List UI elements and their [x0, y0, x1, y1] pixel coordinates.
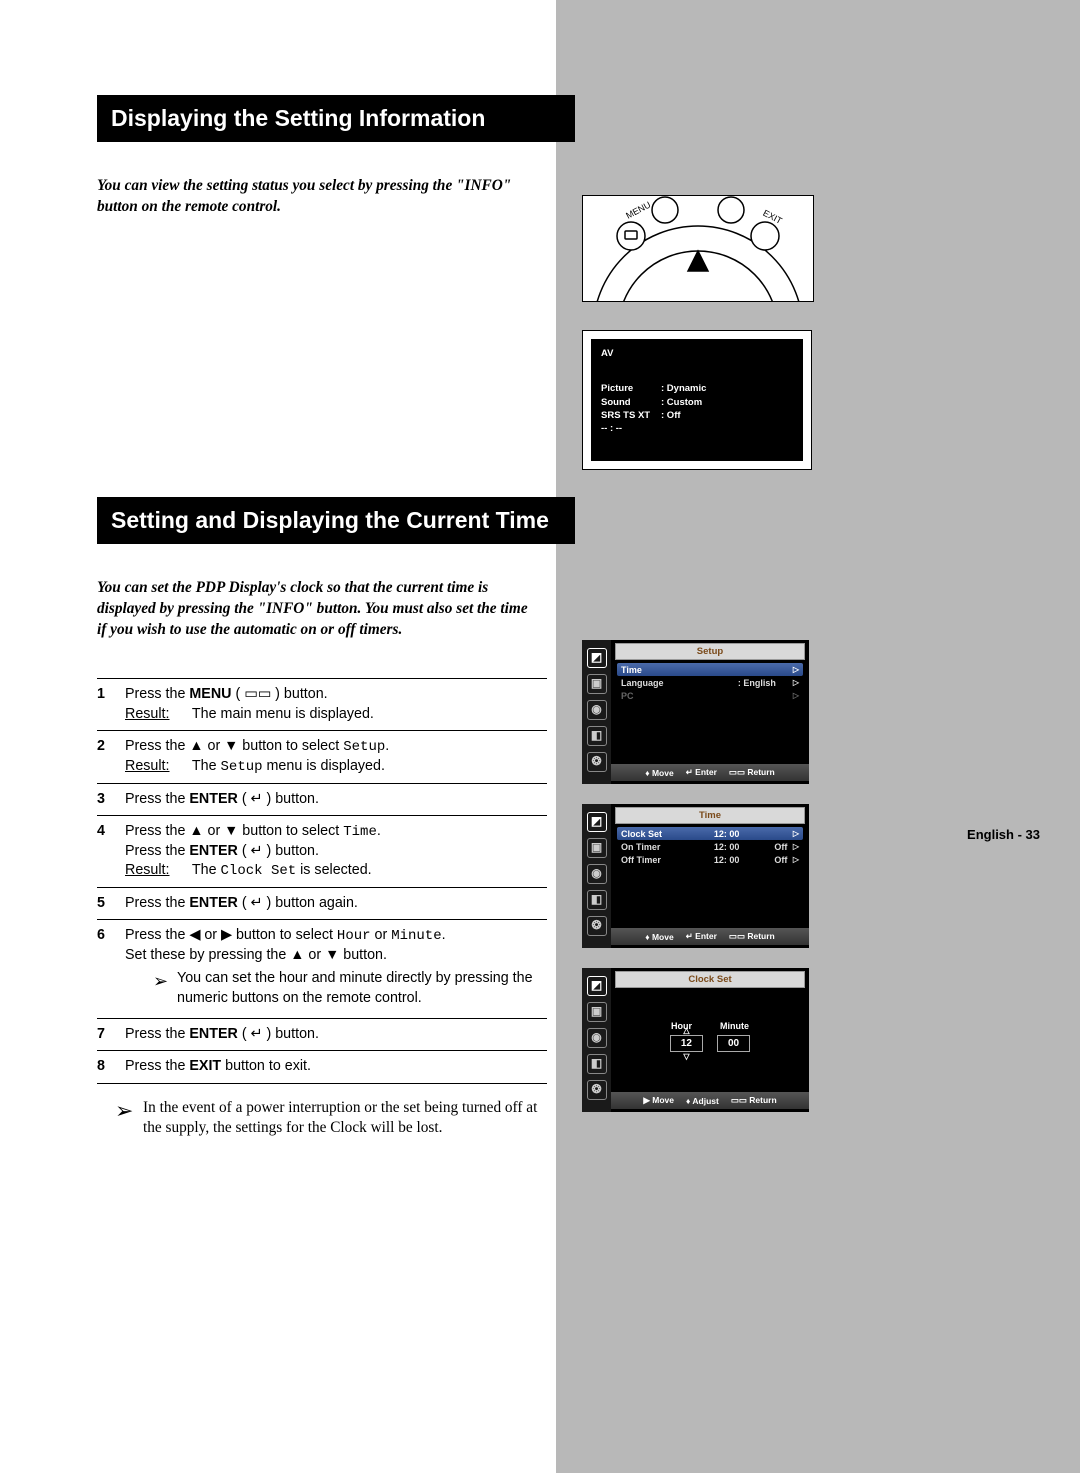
note-arrow-icon: ➢ — [115, 1098, 143, 1138]
step-6-note: You can set the hour and minute directly… — [177, 969, 547, 1008]
osd-icon: ◧ — [587, 1054, 607, 1074]
note-arrow-icon: ➢ — [153, 969, 177, 1008]
step-2: 2 Press the ▲ or ▼ button to select Setu… — [97, 737, 547, 777]
osd-icon: ◧ — [587, 726, 607, 746]
osd-icon: ❂ — [587, 916, 607, 936]
remote-diagram: MENU TIMER INFO EXIT — [582, 195, 814, 302]
osd-time-title: Time — [615, 807, 805, 824]
info-panel: AV Picture: Dynamic Sound: Custom SRS TS… — [582, 330, 812, 470]
section-title-1: Displaying the Setting Information — [97, 95, 575, 142]
osd-icon: ❂ — [587, 1080, 607, 1100]
footer-note: ➢ In the event of a power interruption o… — [97, 1098, 557, 1138]
osd-icon: ▣ — [587, 674, 607, 694]
step-5: 5 Press the ENTER ( ↵ ) button again. — [97, 894, 547, 913]
osd-setup-title: Setup — [615, 643, 805, 660]
osd-icon: ◉ — [587, 1028, 607, 1048]
section-intro-2: You can set the PDP Display's clock so t… — [97, 578, 537, 640]
osd-icon: ❂ — [587, 752, 607, 772]
section-intro-1: You can view the setting status you sele… — [97, 176, 537, 217]
page-number: English - 33 — [967, 827, 1040, 842]
step-8: 8 Press the EXIT button to exit. — [97, 1057, 547, 1076]
step-7: 7 Press the ENTER ( ↵ ) button. — [97, 1025, 547, 1044]
osd-icon: ◉ — [587, 864, 607, 884]
osd-icon: ◉ — [587, 700, 607, 720]
clock-hour: 12 — [670, 1035, 703, 1052]
steps-list: 1 Press the MENU ( ▭▭ ) button. Result: … — [97, 678, 547, 1083]
clock-minute: 00 — [717, 1035, 750, 1052]
menu-label: MENU — [624, 199, 652, 220]
osd-icon: ▣ — [587, 1002, 607, 1022]
step-3: 3 Press the ENTER ( ↵ ) button. — [97, 790, 547, 809]
osd-clock-title: Clock Set — [615, 971, 805, 988]
osd-setup: ◩ ▣ ◉ ◧ ❂ Setup Time▷ Language: English▷… — [582, 640, 809, 784]
osd-time: ◩ ▣ ◉ ◧ ❂ Time Clock Set12: 00▷ On Timer… — [582, 804, 809, 948]
step-6: 6 Press the ◀ or ▶ button to select Hour… — [97, 926, 547, 1012]
osd-icon: ◩ — [587, 812, 607, 832]
osd-icon: ◩ — [587, 976, 607, 996]
osd-icon: ◩ — [587, 648, 607, 668]
step-1: 1 Press the MENU ( ▭▭ ) button. Result: … — [97, 685, 547, 724]
osd-icon: ◧ — [587, 890, 607, 910]
section-title-2: Setting and Displaying the Current Time — [97, 497, 575, 544]
osd-clock-set: ◩ ▣ ◉ ◧ ❂ Clock Set Hour Minute 12 — [582, 968, 809, 1112]
step-4: 4 Press the ▲ or ▼ button to select Time… — [97, 822, 547, 881]
osd-icon: ▣ — [587, 838, 607, 858]
info-mode: AV — [601, 347, 793, 360]
